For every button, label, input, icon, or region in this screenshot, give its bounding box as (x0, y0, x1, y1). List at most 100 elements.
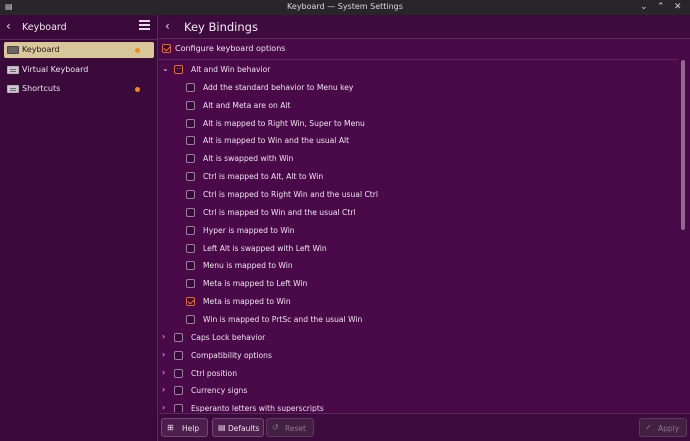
sidebar: ‹ Keyboard Keyboard Virtual Keyboard Sho… (0, 15, 158, 441)
group-checkbox[interactable] (174, 333, 183, 342)
tree-option[interactable]: Meta is mapped to Win (159, 293, 678, 311)
option-checkbox[interactable] (186, 119, 195, 128)
sidebar-item-keyboard[interactable]: Keyboard (4, 42, 154, 58)
tree-group-currency[interactable]: › Currency signs (159, 382, 678, 400)
tree-option[interactable]: Hyper is mapped to Win (159, 222, 678, 240)
tree-option[interactable]: Meta is mapped to Left Win (159, 275, 678, 293)
chevron-down-icon[interactable]: ⌄ (162, 64, 169, 73)
sidebar-item-label: Virtual Keyboard (22, 65, 89, 74)
group-label: Esperanto letters with superscripts (191, 404, 324, 412)
hamburger-menu-icon[interactable] (139, 20, 150, 30)
tree-option[interactable]: Ctrl is mapped to Right Win and the usua… (159, 186, 678, 204)
reset-button[interactable]: ↺ Reset (266, 418, 314, 437)
option-label: Left Alt is swapped with Left Win (203, 244, 327, 253)
tree-group-compatibility[interactable]: › Compatibility options (159, 347, 678, 365)
chevron-right-icon[interactable]: › (162, 385, 165, 394)
tree-option[interactable]: Alt and Meta are on Alt (159, 97, 678, 115)
defaults-button-label: Defaults (228, 424, 260, 433)
chevron-right-icon[interactable]: › (162, 403, 165, 412)
bottom-button-bar: ⊞ Help ▤ Defaults ↺ Reset ✓ Apply (159, 413, 690, 441)
minimize-icon[interactable]: ⌄ (640, 2, 648, 12)
option-label: Meta is mapped to Left Win (203, 279, 308, 288)
sidebar-item-virtual-keyboard[interactable]: Virtual Keyboard (4, 62, 154, 78)
option-checkbox[interactable] (186, 172, 195, 181)
page-header: ‹ Key Bindings (159, 15, 690, 39)
defaults-icon: ▤ (218, 423, 226, 432)
defaults-button[interactable]: ▤ Defaults (212, 418, 264, 437)
tree-option[interactable]: Add the standard behavior to Menu key (159, 79, 678, 97)
tree-option[interactable]: Ctrl is mapped to Alt, Alt to Win (159, 168, 678, 186)
tree-option[interactable]: Left Alt is swapped with Left Win (159, 240, 678, 258)
group-checkbox[interactable] (174, 404, 183, 412)
option-checkbox[interactable] (186, 315, 195, 324)
divider (0, 39, 158, 40)
back-arrow-icon[interactable]: ‹ (6, 19, 11, 33)
sidebar-title: Keyboard (22, 22, 67, 33)
tree-option[interactable]: Menu is mapped to Win (159, 257, 678, 275)
group-checkbox[interactable] (174, 369, 183, 378)
main-panel: ‹ Key Bindings Configure keyboard option… (159, 15, 690, 441)
tree-group-esperanto[interactable]: › Esperanto letters with superscripts (159, 400, 678, 412)
group-checkbox[interactable] (174, 386, 183, 395)
help-button-label: Help (182, 424, 200, 433)
keyboard-icon (7, 46, 19, 54)
maximize-icon[interactable]: ⌃ (657, 2, 665, 12)
options-tree: ⌄ Alt and Win behavior Add the standard … (159, 59, 678, 412)
chevron-right-icon[interactable]: › (162, 350, 165, 359)
configure-keyboard-label: Configure keyboard options (175, 44, 286, 53)
notification-dot (135, 87, 140, 92)
group-checkbox[interactable] (174, 351, 183, 360)
option-label: Win is mapped to PrtSc and the usual Win (203, 315, 363, 324)
reset-button-label: Reset (285, 424, 306, 433)
scrollbar-thumb[interactable] (681, 60, 685, 230)
sidebar-item-label: Shortcuts (22, 84, 61, 93)
apply-button-label: Apply (658, 424, 680, 433)
option-checkbox[interactable] (186, 279, 195, 288)
keyboard-icon (7, 66, 19, 74)
keyboard-icon (7, 85, 19, 93)
tree-group-caps-lock[interactable]: › Caps Lock behavior (159, 329, 678, 347)
tree-option[interactable]: Win is mapped to PrtSc and the usual Win (159, 311, 678, 329)
chevron-right-icon[interactable]: › (162, 332, 165, 341)
configure-keyboard-options[interactable]: Configure keyboard options (159, 40, 690, 58)
option-checkbox[interactable] (186, 208, 195, 217)
chevron-right-icon[interactable]: › (162, 368, 165, 377)
close-icon[interactable]: ✕ (674, 2, 682, 12)
tree-group-ctrl-position[interactable]: › Ctrl position (159, 365, 678, 383)
group-checkbox[interactable] (174, 62, 184, 74)
configure-keyboard-checkbox[interactable] (162, 44, 171, 53)
window-title: Keyboard — System Settings (287, 2, 403, 11)
tree-option[interactable]: Alt is mapped to Right Win, Super to Men… (159, 115, 678, 133)
apply-button[interactable]: ✓ Apply (639, 418, 687, 437)
option-checkbox[interactable] (186, 83, 195, 92)
tree-option[interactable]: Ctrl is mapped to Win and the usual Ctrl (159, 204, 678, 222)
sidebar-item-shortcuts[interactable]: Shortcuts (4, 81, 154, 97)
option-checkbox[interactable] (186, 136, 195, 145)
option-checkbox[interactable] (186, 154, 195, 163)
page-title: Key Bindings (184, 20, 258, 34)
option-checkbox[interactable] (186, 226, 195, 235)
group-label: Compatibility options (191, 351, 272, 360)
group-label: Caps Lock behavior (191, 333, 266, 342)
sidebar-item-label: Keyboard (22, 45, 60, 54)
sidebar-header: ‹ Keyboard (0, 15, 158, 39)
group-label: Currency signs (191, 386, 248, 395)
option-label: Hyper is mapped to Win (203, 226, 295, 235)
group-label: Alt and Win behavior (191, 65, 271, 74)
help-button[interactable]: ⊞ Help (161, 418, 208, 437)
notification-dot (135, 48, 140, 53)
option-checkbox[interactable] (186, 297, 195, 306)
group-label: Ctrl position (191, 369, 238, 378)
tree-group-alt-win[interactable]: ⌄ Alt and Win behavior (159, 61, 678, 79)
option-checkbox[interactable] (186, 261, 195, 270)
option-label: Alt and Meta are on Alt (203, 101, 291, 110)
option-checkbox[interactable] (186, 101, 195, 110)
option-checkbox[interactable] (186, 190, 195, 199)
vertical-scrollbar[interactable] (680, 60, 686, 412)
option-checkbox[interactable] (186, 244, 195, 253)
option-label: Ctrl is mapped to Win and the usual Ctrl (203, 208, 356, 217)
option-label: Menu is mapped to Win (203, 261, 293, 270)
tree-option[interactable]: Alt is mapped to Win and the usual Alt (159, 132, 678, 150)
tree-option[interactable]: Alt is swapped with Win (159, 150, 678, 168)
back-arrow-icon[interactable]: ‹ (165, 19, 170, 33)
